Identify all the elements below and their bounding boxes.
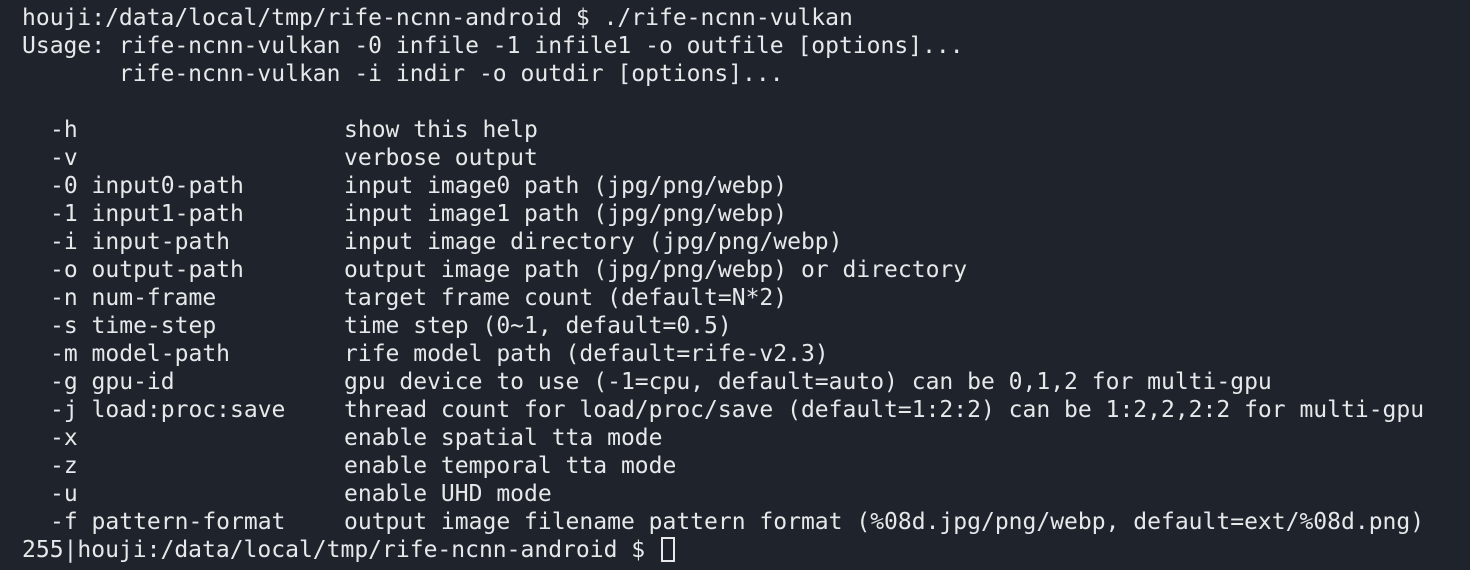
- option-description: time step (0~1, default=0.5): [344, 313, 732, 339]
- option-description: input image0 path (jpg/png/webp): [344, 173, 788, 199]
- option-line: -n num-frame target frame count (default=…: [22, 284, 1470, 312]
- option-flag: -v: [50, 145, 78, 171]
- option-description: enable temporal tta mode: [344, 453, 677, 479]
- option-flag: -h: [50, 117, 78, 143]
- option-flag: -0 input0-path: [50, 173, 244, 199]
- option-line: -f pattern-format output image filename p…: [22, 508, 1470, 536]
- usage-line-2: rife-ncnn-vulkan -i indir -o outdir [opt…: [22, 61, 784, 87]
- option-description: output image path (jpg/png/webp) or dire…: [344, 257, 968, 283]
- option-description: show this help: [344, 117, 538, 143]
- option-flag: -u: [50, 481, 78, 507]
- option-flag: -s time-step: [50, 313, 217, 339]
- option-line: -s time-step time step (0~1, default=0.5): [22, 312, 1470, 340]
- command-line: houji:/data/local/tmp/rife-ncnn-android …: [22, 5, 853, 31]
- option-line: -u enable UHD mode: [22, 480, 1470, 508]
- option-description: enable spatial tta mode: [344, 425, 663, 451]
- option-flag: -o output-path: [50, 257, 244, 283]
- text-cursor: [660, 537, 675, 562]
- terminal-window[interactable]: houji:/data/local/tmp/rife-ncnn-android …: [0, 0, 1470, 570]
- option-line: -g gpu-id gpu device to use (-1=cpu, defa…: [22, 368, 1470, 396]
- usage-line-1: Usage: rife-ncnn-vulkan -0 infile -1 inf…: [22, 33, 964, 59]
- shell-prompt: 255|houji:/data/local/tmp/rife-ncnn-andr…: [22, 537, 659, 563]
- option-line: -i input-path input image directory (jpg/…: [22, 228, 1470, 256]
- option-line: -o output-path output image path (jpg/png…: [22, 256, 1470, 284]
- option-description: target frame count (default=N*2): [344, 285, 788, 311]
- option-line: -v verbose output: [22, 144, 1470, 172]
- option-description: input image directory (jpg/png/webp): [344, 229, 843, 255]
- option-flag: -j load:proc:save: [50, 397, 286, 423]
- option-description: rife model path (default=rife-v2.3): [344, 341, 829, 367]
- option-line: -m model-path rife model path (default=ri…: [22, 340, 1470, 368]
- option-line: -h show this help: [22, 116, 1470, 144]
- option-flag: -n num-frame: [50, 285, 217, 311]
- option-flag: -i input-path: [50, 229, 231, 255]
- option-flag: -1 input1-path: [50, 201, 244, 227]
- option-description: input image1 path (jpg/png/webp): [344, 201, 788, 227]
- option-description: thread count for load/proc/save (default…: [344, 397, 1425, 423]
- option-line: -1 input1-path input image1 path (jpg/png…: [22, 200, 1470, 228]
- option-line: -0 input0-path input image0 path (jpg/png…: [22, 172, 1470, 200]
- option-line: -x enable spatial tta mode: [22, 424, 1470, 452]
- option-flag: -m model-path: [50, 341, 231, 367]
- option-description: verbose output: [344, 145, 538, 171]
- option-line: -z enable temporal tta mode: [22, 452, 1470, 480]
- option-flag: -f pattern-format: [50, 509, 286, 535]
- option-line: -j load:proc:save thread count for load/p…: [22, 396, 1470, 424]
- option-description: gpu device to use (-1=cpu, default=auto)…: [344, 369, 1272, 395]
- option-flag: -g gpu-id: [50, 369, 175, 395]
- option-flag: -x: [50, 425, 78, 451]
- prompt-line[interactable]: 255|houji:/data/local/tmp/rife-ncnn-andr…: [22, 536, 1470, 564]
- option-flag: -z: [50, 453, 78, 479]
- option-description: output image filename pattern format (%0…: [344, 509, 1425, 535]
- option-description: enable UHD mode: [344, 481, 552, 507]
